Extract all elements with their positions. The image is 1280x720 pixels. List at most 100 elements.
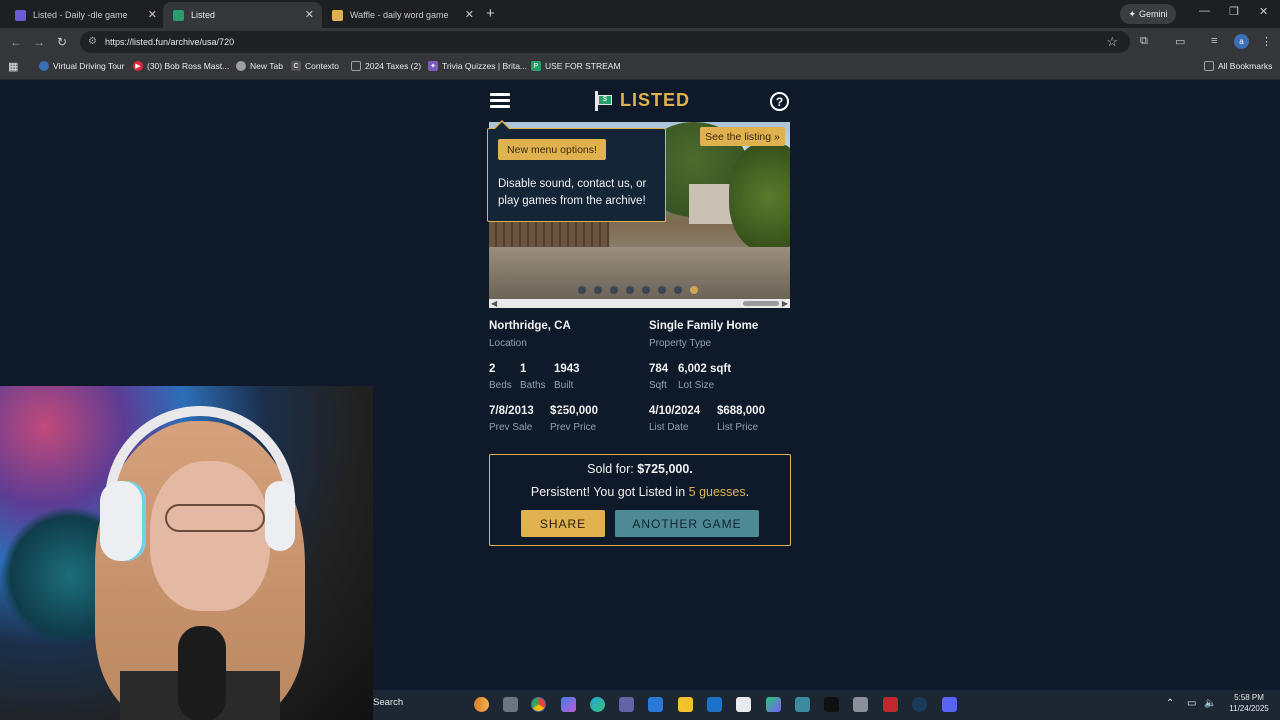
show-hidden-icons[interactable]: ⌃ [1166,698,1174,709]
taskbar-search[interactable]: Search [373,697,403,708]
built-label: Built [554,380,574,391]
carousel-dot[interactable] [626,286,634,294]
bookmark-item[interactable]: 2024 Taxes (2) [351,61,421,71]
outlook-icon[interactable] [707,697,722,712]
forward-icon[interactable]: → [33,35,45,49]
share-button[interactable]: SHARE [521,510,605,537]
bookmark-item[interactable]: ✦ Trivia Quizzes | Brita... [428,61,527,71]
bookmark-star-icon[interactable]: ☆ [1106,34,1118,50]
carousel-dot[interactable] [594,286,602,294]
tab-favicon-icon [15,9,26,21]
scroll-left-icon[interactable]: ◀ [491,299,497,308]
bookmark-item[interactable]: Virtual Driving Tour [39,61,125,71]
tab-waffle[interactable]: Waffle - daily word game ✕ [322,2,482,28]
scroll-right-icon[interactable]: ▶ [782,299,788,308]
carousel-dot[interactable] [674,286,682,294]
clock-date: 11/24/2025 [1229,704,1269,713]
popup-body: Disable sound, contact us, or play games… [498,178,647,207]
chrome-icon[interactable] [531,697,546,712]
bookmark-item[interactable]: P USE FOR STREAM [531,61,621,71]
carousel-dot[interactable] [642,286,650,294]
baths-value: 1 [520,363,527,375]
task-view-icon[interactable] [503,697,518,712]
carousel-dot[interactable] [658,286,666,294]
globe-icon [236,61,246,71]
network-icon[interactable]: ▭ [1187,698,1196,709]
stream-icon: P [531,61,541,71]
discord-icon[interactable] [942,697,957,712]
bookmark-label: Virtual Driving Tour [53,61,125,71]
list-date-label: List Date [649,422,689,433]
beds-label: Beds [489,380,512,391]
all-bookmarks[interactable]: All Bookmarks [1204,61,1272,71]
close-tab-icon[interactable]: ✕ [148,8,157,21]
apps-grid-icon[interactable]: ▦ [8,60,18,73]
tab-label: Listed [191,10,216,20]
close-tab-icon[interactable]: ✕ [305,8,314,21]
another-game-button[interactable]: ANOTHER GAME [615,510,759,537]
back-icon[interactable]: ← [10,35,22,49]
bookmark-label: 2024 Taxes (2) [365,61,422,71]
media-icon[interactable]: ≡ [1211,35,1217,47]
hamburger-menu-icon[interactable] [490,93,510,108]
prev-sale-value: 7/8/2013 [489,405,534,417]
tab-listed[interactable]: Listed ✕ [163,2,322,28]
contexto-icon: C [291,61,301,71]
scrollbar-thumb[interactable] [743,301,779,306]
window-close-icon[interactable]: ✕ [1259,5,1268,18]
site-info-icon[interactable]: ⚙ [88,36,97,47]
gemini-button[interactable]: ✦ Gemini [1120,4,1176,24]
capcut-icon[interactable] [824,697,839,712]
copilot-icon[interactable] [561,697,576,712]
reload-icon[interactable]: ↻ [57,35,67,49]
help-icon[interactable]: ? [770,92,789,111]
tab-favicon-icon [332,9,343,21]
youtube-icon: ▶ [133,61,143,71]
menu-dots-icon[interactable]: ⋮ [1261,35,1272,48]
sold-price: $725,000. [637,462,693,476]
file-explorer-icon[interactable] [678,697,693,712]
app-icon[interactable] [883,697,898,712]
tab-label: Waffle - daily word game [350,10,449,20]
address-bar[interactable]: ⚙ https://listed.fun/archive/usa/720 ☆ [80,31,1130,53]
tab-listed-daily[interactable]: Listed - Daily -dle game ✕ [5,2,165,28]
clock-time: 5:58 PM [1234,693,1264,702]
store-icon[interactable] [736,697,751,712]
carousel-dot[interactable] [578,286,586,294]
app-icon[interactable] [795,697,810,712]
see-listing-button[interactable]: See the listing » [700,127,785,146]
taskbar-clock[interactable]: 5:58 PM 11/24/2025 [1218,692,1280,714]
guess-count: 5 guesses [688,485,746,499]
bookmark-item[interactable]: ▶ (30) Bob Ross Mast... [133,61,229,71]
listed-logo[interactable]: $ LISTED [594,90,690,111]
photo-scrollbar[interactable]: ◀ ▶ [489,299,790,308]
extensions-icon[interactable]: ⧉ [1140,35,1148,48]
volume-icon[interactable]: 🔈 [1204,698,1216,709]
bookmark-label: Contexto [305,61,340,71]
list-date-value: 4/10/2024 [649,405,701,417]
m365-icon[interactable] [766,697,781,712]
teams-icon[interactable] [619,697,634,712]
carousel-dot[interactable] [610,286,618,294]
bookmarks-bar: ▦ Virtual Driving Tour ▶ (30) Bob Ross M… [0,56,1280,80]
new-tab-icon[interactable]: + [486,5,495,22]
restore-icon[interactable]: ❐ [1229,5,1239,18]
sold-for-line: Sold for: $725,000. [587,462,693,476]
cast-icon[interactable]: ▭ [1175,35,1185,48]
profile-avatar[interactable]: a [1234,34,1249,49]
weather-icon[interactable] [474,697,489,712]
bookmark-item[interactable]: C Contexto [291,61,339,71]
lot-size-value: 6,002 sqft [678,363,732,375]
result-message: Persistent! You got Listed in 5 guesses. [530,485,750,499]
minimize-icon[interactable]: — [1199,5,1210,17]
tab-label: Listed - Daily -dle game [33,10,128,20]
carousel-dot[interactable] [690,286,698,294]
edge-icon[interactable] [590,697,605,712]
bookmark-item[interactable]: New Tab [236,61,283,71]
bookmark-label: Trivia Quizzes | Brita... [442,61,528,71]
photos-icon[interactable] [648,697,663,712]
app-icon[interactable] [853,697,868,712]
close-tab-icon[interactable]: ✕ [465,8,474,21]
steam-icon[interactable] [912,697,927,712]
list-price-value: $688,000 [717,405,765,417]
